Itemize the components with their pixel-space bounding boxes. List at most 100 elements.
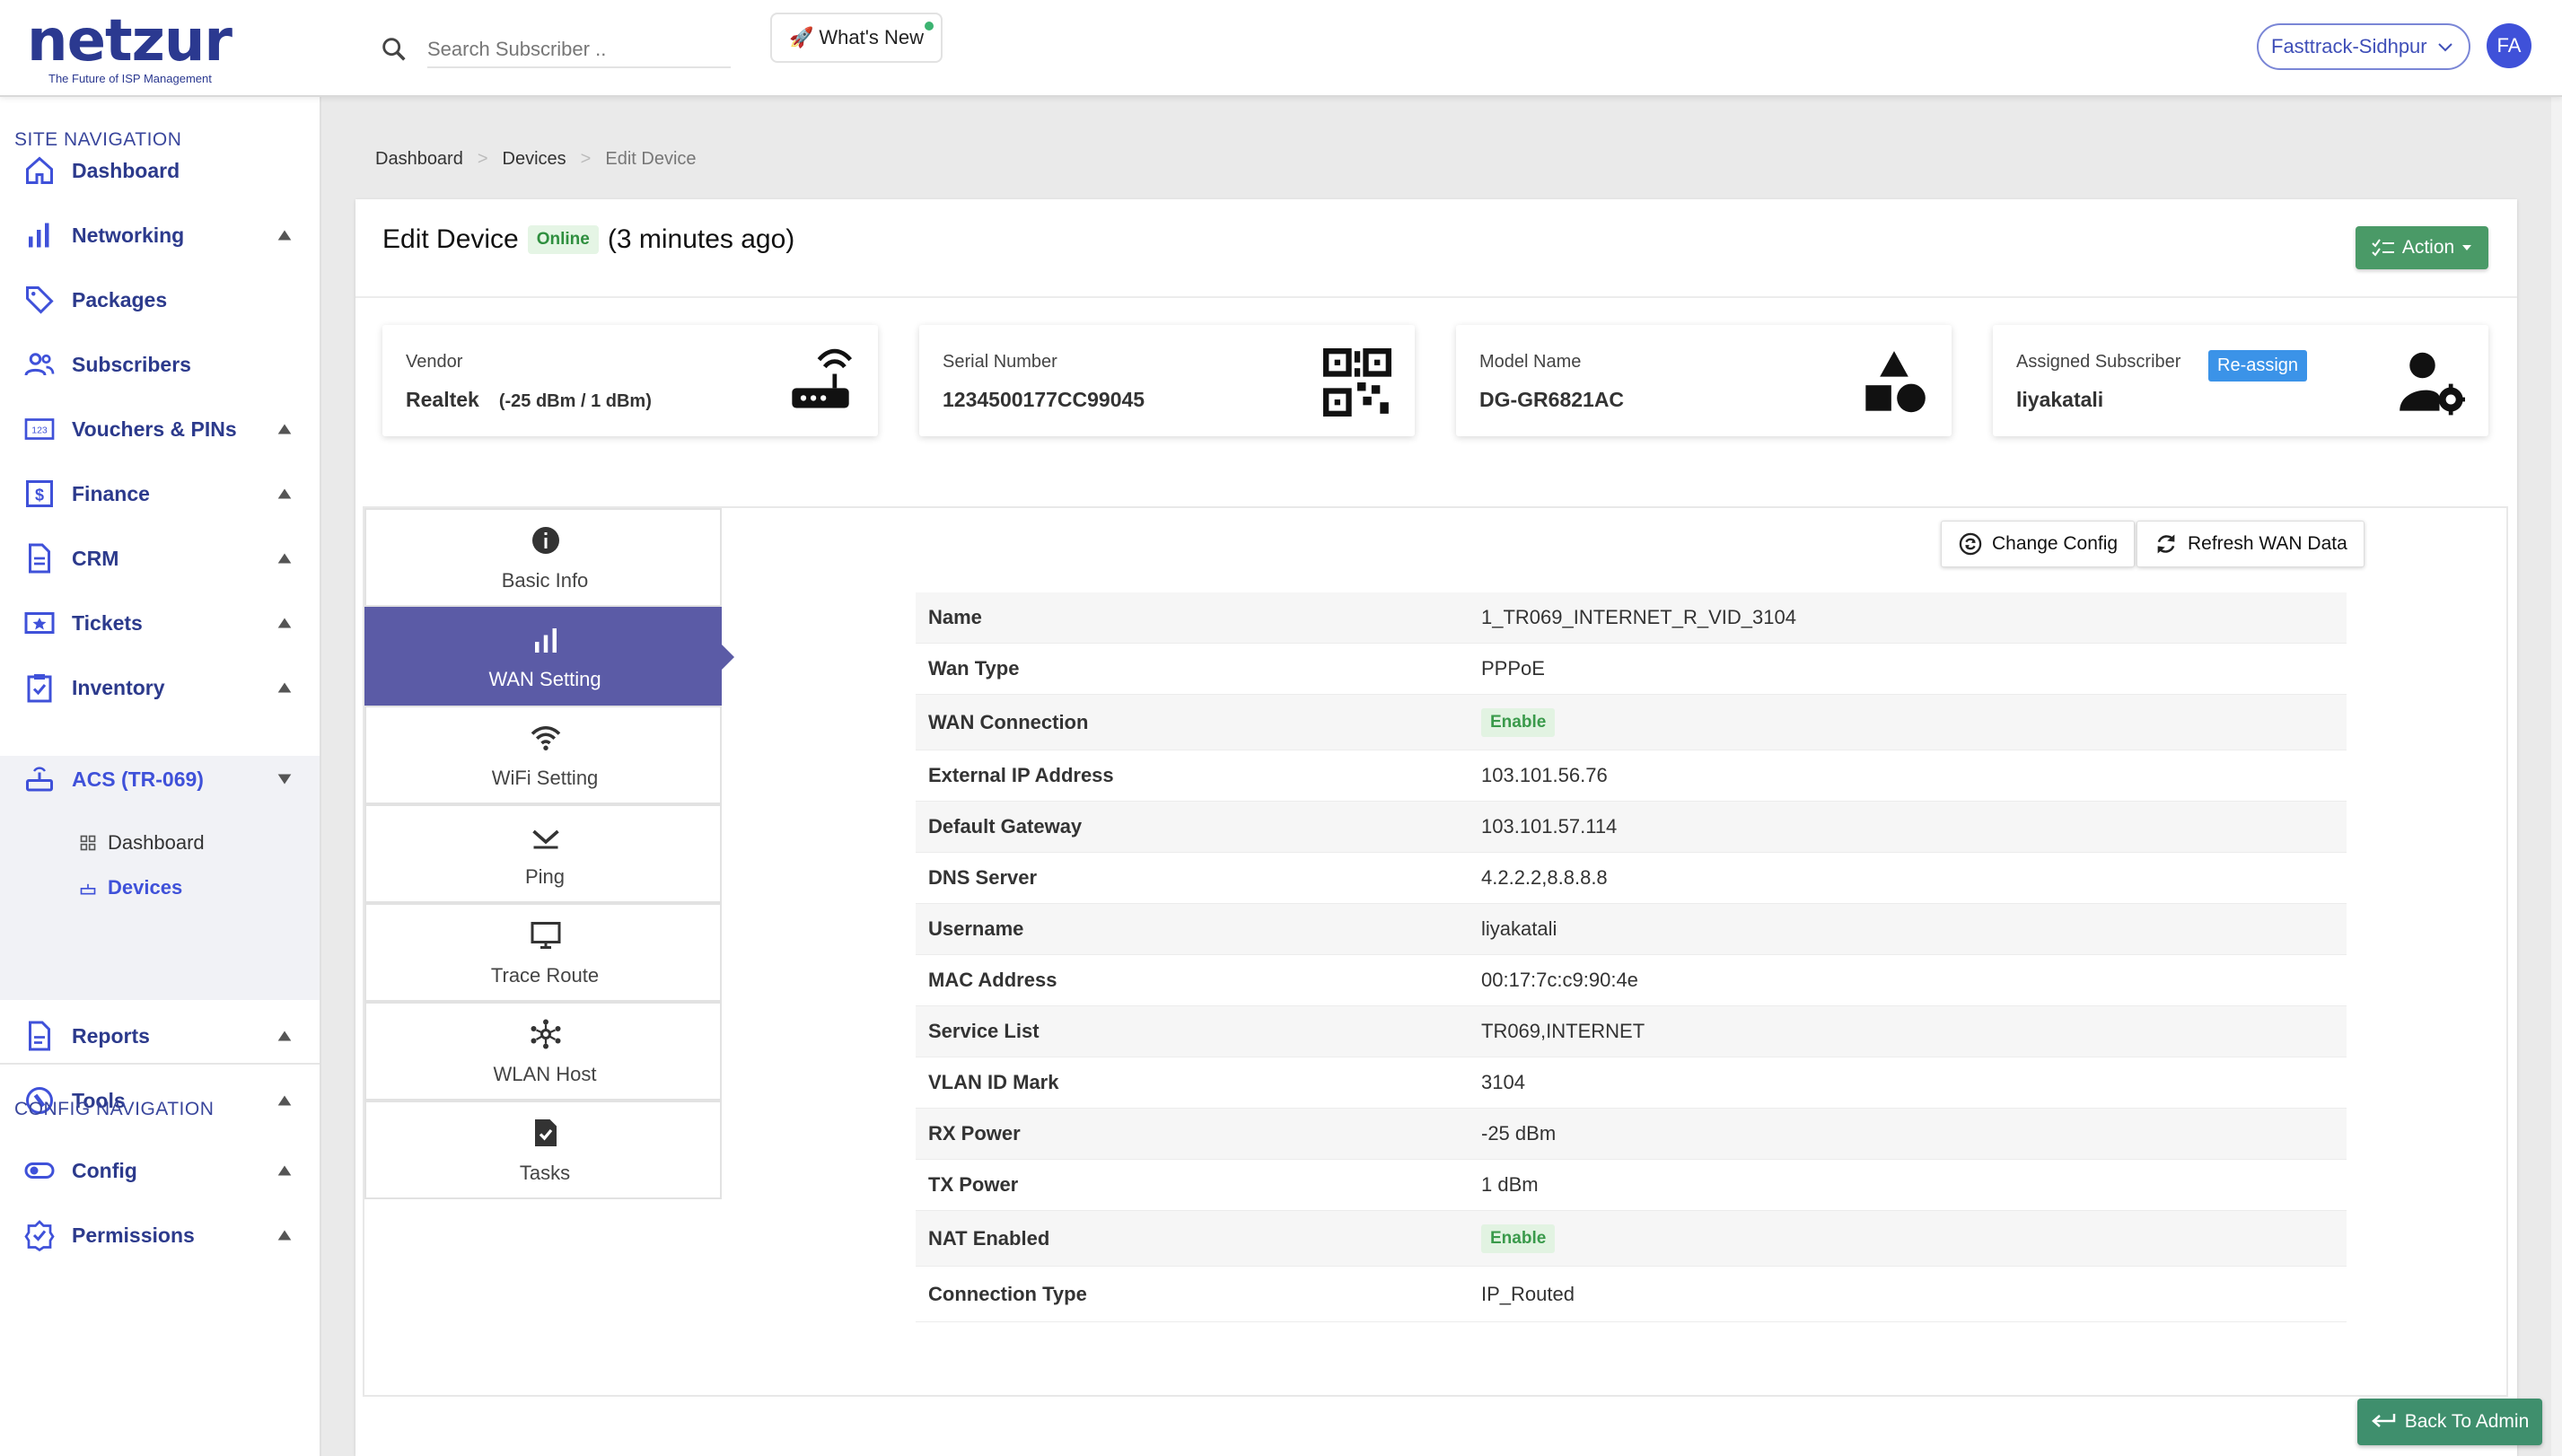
config-navigation-title: CONFIG NAVIGATION	[14, 1099, 215, 1119]
serial-label: Serial Number	[943, 352, 1057, 372]
tab-label: Ping	[524, 865, 566, 888]
breadcrumb-devices[interactable]: Devices	[503, 149, 566, 170]
table-row: TX Power 1 dBm	[916, 1160, 2347, 1211]
tab-ping[interactable]: Ping	[364, 804, 722, 903]
row-key: Name	[928, 606, 982, 628]
sidebar-item-label: Inventory	[72, 675, 165, 699]
tab-tasks[interactable]: Tasks	[364, 1101, 722, 1199]
site-selector[interactable]: Fasttrack-Sidhpur	[2257, 23, 2470, 70]
row-value: IP_Routed	[1481, 1282, 1575, 1305]
table-row: RX Power -25 dBm	[916, 1109, 2347, 1160]
breadcrumb-separator: >	[580, 149, 592, 169]
sidebar-subitem-devices[interactable]: Devices	[79, 876, 182, 899]
logo[interactable]: netzur The Future of ISP Management	[27, 13, 233, 85]
sidebar-item-config[interactable]: Config	[0, 1140, 320, 1201]
sidebar-item-permissions[interactable]: Permissions	[0, 1205, 320, 1266]
sidebar-item-vouchers[interactable]: 123 Vouchers & PINs	[0, 399, 320, 460]
page-scrollbar[interactable]	[2551, 97, 2562, 1456]
back-to-admin-label: Back To Admin	[2404, 1411, 2530, 1432]
logo-tagline: The Future of ISP Management	[48, 72, 212, 85]
sidebar-item-tickets[interactable]: Tickets	[0, 592, 320, 653]
table-row: WAN Connection Enable	[916, 695, 2347, 750]
top-header: netzur The Future of ISP Management 🚀 Wh…	[0, 0, 2562, 97]
expand-up-icon	[277, 553, 292, 564]
expand-up-icon	[277, 424, 292, 434]
subscriber-value: liyakatali	[2016, 388, 2104, 411]
row-key: VLAN ID Mark	[928, 1071, 1059, 1093]
ping-icon	[532, 829, 559, 849]
tab-wifi-setting[interactable]: WiFi Setting	[364, 706, 722, 804]
search-input[interactable]	[427, 32, 731, 68]
tab-label: WiFi Setting	[491, 767, 599, 789]
sidebar-item-reports[interactable]: Reports	[0, 1005, 320, 1066]
sidebar-item-finance[interactable]: $ Finance	[0, 463, 320, 524]
sidebar-item-dashboard[interactable]: Dashboard	[0, 140, 320, 201]
bar-chart-icon	[29, 223, 49, 248]
tab-basic-info[interactable]: Basic Info	[364, 508, 722, 607]
change-config-button[interactable]: Change Config	[1941, 521, 2136, 567]
return-arrow-icon	[2371, 1414, 2395, 1427]
sidebar-item-label: Packages	[72, 287, 168, 311]
status-badge: Enable	[1481, 1224, 1556, 1253]
subscriber-label: Assigned Subscriber	[2016, 352, 2181, 372]
table-row: NAT Enabled Enable	[916, 1211, 2347, 1267]
sidebar-item-inventory[interactable]: Inventory	[0, 657, 320, 718]
section-divider	[0, 1063, 320, 1065]
model-value: DG-GR6821AC	[1479, 388, 1625, 411]
qr-code-icon	[1323, 348, 1391, 417]
avatar[interactable]: FA	[2487, 23, 2531, 68]
refresh-icon	[2157, 534, 2175, 554]
refresh-wan-button[interactable]: Refresh WAN Data	[2136, 521, 2365, 567]
whats-new-button[interactable]: 🚀 What's New	[770, 13, 943, 63]
expand-up-icon	[277, 1165, 292, 1176]
svg-text:123: 123	[31, 425, 48, 436]
network-icon	[531, 1019, 561, 1049]
vendor-value: Realtek (-25 dBm / 1 dBm)	[406, 388, 652, 412]
breadcrumb-separator: >	[477, 149, 488, 169]
breadcrumb-current: Edit Device	[605, 149, 697, 169]
dollar-icon: $	[26, 480, 53, 507]
row-value: -25 dBm	[1481, 1122, 1557, 1145]
row-value: TR069,INTERNET	[1481, 1020, 1645, 1042]
reassign-button[interactable]: Re-assign	[2208, 350, 2308, 382]
tab-wlan-host[interactable]: WLAN Host	[364, 1002, 722, 1101]
sidebar-subitem-acs-dashboard[interactable]: Dashboard	[79, 831, 205, 855]
tab-trace-route[interactable]: Trace Route	[364, 903, 722, 1002]
row-key: RX Power	[928, 1122, 1021, 1145]
tag-icon	[26, 286, 54, 314]
sidebar-item-label: Finance	[72, 481, 150, 505]
home-icon	[26, 156, 53, 184]
table-row: External IP Address 103.101.56.76	[916, 750, 2347, 802]
breadcrumb-dashboard[interactable]: Dashboard	[375, 149, 463, 170]
tab-label: WLAN Host	[493, 1063, 597, 1085]
expand-up-icon	[277, 230, 292, 241]
row-key: NAT Enabled	[928, 1226, 1050, 1250]
breadcrumb: Dashboard > Devices > Edit Device	[375, 149, 697, 170]
back-to-admin-button[interactable]: Back To Admin	[2357, 1399, 2542, 1445]
search-icon[interactable]	[379, 34, 409, 65]
report-icon	[29, 1021, 50, 1051]
refresh-wan-label: Refresh WAN Data	[2188, 533, 2347, 554]
table-row: Default Gateway 103.101.57.114	[916, 802, 2347, 853]
monitor-icon	[531, 922, 561, 949]
row-value: 1 dBm	[1481, 1173, 1539, 1196]
notification-dot	[925, 22, 934, 31]
tab-wan-setting[interactable]: WAN Setting	[364, 607, 734, 706]
vendor-label: Vendor	[406, 352, 463, 372]
row-key: Connection Type	[928, 1282, 1087, 1305]
sidebar-item-packages[interactable]: Packages	[0, 269, 320, 330]
action-label: Action	[2401, 237, 2455, 258]
model-card: Model Name DG-GR6821AC	[1456, 325, 1952, 436]
sidebar-item-acs[interactable]: ACS (TR-069)	[0, 749, 320, 810]
sidebar-item-networking[interactable]: Networking	[0, 205, 320, 266]
status-badge: Online	[527, 225, 599, 254]
page-title-text: Edit Device	[382, 224, 519, 254]
change-config-label: Change Config	[1992, 533, 2119, 554]
sidebar-item-label: CRM	[72, 546, 119, 570]
sidebar-item-crm[interactable]: CRM	[0, 528, 320, 589]
action-button[interactable]: Action	[2356, 226, 2488, 269]
edit-device-card: Edit Device Online (3 minutes ago) Actio…	[355, 199, 2517, 1456]
sidebar-item-subscribers[interactable]: Subscribers	[0, 334, 320, 395]
sidebar-item-label: Vouchers & PINs	[72, 417, 237, 441]
table-row: Username liyakatali	[916, 904, 2347, 955]
